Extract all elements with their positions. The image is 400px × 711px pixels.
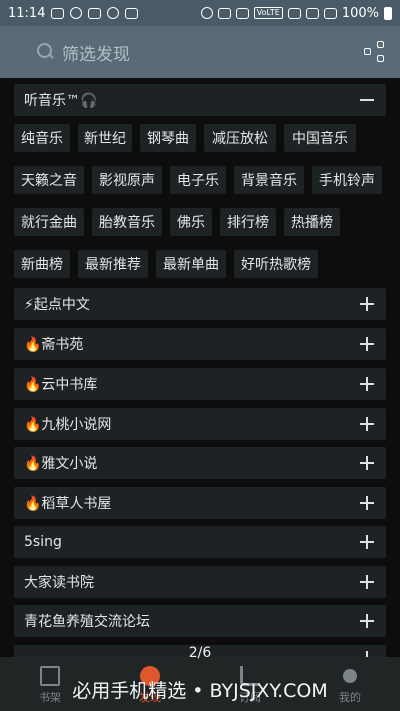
group-header-music[interactable]: 听音乐™🎧 bbox=[14, 84, 386, 116]
signal-icon-2 bbox=[323, 7, 337, 19]
music-tag[interactable]: 新世纪 bbox=[78, 124, 132, 152]
music-tag[interactable]: 电子乐 bbox=[170, 166, 226, 194]
collapse-icon[interactable] bbox=[360, 93, 374, 107]
group-header-qidian[interactable]: ⚡起点中文 bbox=[14, 288, 386, 320]
alarm-icon bbox=[200, 7, 213, 19]
music-tag[interactable]: 纯音乐 bbox=[14, 124, 70, 152]
music-tag[interactable]: 最新单曲 bbox=[156, 250, 226, 278]
image-icon bbox=[125, 7, 139, 19]
battery-percent: 100% bbox=[341, 5, 379, 21]
group-header-daocaoren[interactable]: 🔥稻草人书屋 bbox=[14, 487, 386, 519]
watermark-text: 必用手机精选 • BYJSJXY.COM bbox=[72, 680, 328, 702]
music-tag[interactable]: 胎教音乐 bbox=[92, 208, 162, 236]
music-tag[interactable]: 减压放松 bbox=[204, 124, 276, 152]
search-bar: 筛选发现 bbox=[0, 26, 400, 78]
expand-icon[interactable] bbox=[360, 417, 374, 431]
cloud-icon bbox=[107, 7, 120, 19]
group-title: 🔥云中书库 bbox=[24, 377, 98, 393]
music-tag[interactable]: 钢琴曲 bbox=[140, 124, 196, 152]
music-tag[interactable]: 天籁之音 bbox=[14, 166, 84, 194]
group-header-jiutao[interactable]: 🔥九桃小说网 bbox=[14, 408, 386, 440]
wifi-icon bbox=[287, 7, 301, 19]
music-tag[interactable]: 热播榜 bbox=[284, 208, 340, 236]
group-title: 🔥九桃小说网 bbox=[24, 417, 112, 433]
group-title: 🔥雅文小说 bbox=[24, 456, 98, 472]
group-title: 🔥斋书苑 bbox=[24, 337, 84, 353]
status-bar: 11:14 VoLTE 100% bbox=[0, 0, 400, 26]
music-tag[interactable]: 最新推荐 bbox=[78, 250, 148, 278]
expand-icon[interactable] bbox=[360, 456, 374, 470]
volte-badge: VoLTE bbox=[253, 7, 283, 19]
music-tag[interactable]: 影视原声 bbox=[92, 166, 162, 194]
group-header-5sing[interactable]: 5sing bbox=[14, 526, 386, 558]
search-icon bbox=[36, 42, 56, 62]
battery-charging-icon bbox=[384, 6, 392, 20]
nfc-icon bbox=[217, 7, 231, 19]
expand-icon[interactable] bbox=[360, 614, 374, 628]
music-tag[interactable]: 中国音乐 bbox=[284, 124, 356, 152]
music-tag[interactable]: 佛乐 bbox=[170, 208, 212, 236]
expand-icon[interactable] bbox=[360, 535, 374, 549]
group-header-zhaishuyuan[interactable]: 🔥斋书苑 bbox=[14, 328, 386, 360]
message-icon bbox=[51, 7, 65, 19]
expand-icon[interactable] bbox=[360, 575, 374, 589]
music-tag[interactable]: 排行榜 bbox=[220, 208, 276, 236]
group-header-yunzhong[interactable]: 🔥云中书库 bbox=[14, 368, 386, 400]
music-tag[interactable]: 好听热歌榜 bbox=[234, 250, 318, 278]
source-tree-icon[interactable] bbox=[364, 41, 386, 63]
group-title: 5sing bbox=[24, 534, 62, 550]
group-title: 🔥稻草人书屋 bbox=[24, 496, 112, 512]
music-tag[interactable]: 新曲榜 bbox=[14, 250, 70, 278]
expand-icon[interactable] bbox=[360, 337, 374, 351]
group-title: 大家读书院 bbox=[24, 575, 94, 591]
discovery-list: 听音乐™🎧 纯音乐 新世纪 钢琴曲 减压放松 中国音乐 天籁之音 影视原声 电子… bbox=[0, 78, 400, 711]
music-tag[interactable]: 就行金曲 bbox=[14, 208, 84, 236]
page-indicator: 2/6 bbox=[188, 645, 212, 661]
translate-icon bbox=[88, 7, 102, 19]
group-header-yawen[interactable]: 🔥雅文小说 bbox=[14, 447, 386, 479]
group-header-qinghuayu[interactable]: 青花鱼养殖交流论坛 bbox=[14, 605, 386, 637]
wechat-icon bbox=[70, 7, 83, 19]
search-input[interactable]: 筛选发现 bbox=[62, 40, 130, 65]
music-tag[interactable]: 背景音乐 bbox=[234, 166, 304, 194]
group-title: ⚡起点中文 bbox=[24, 297, 90, 313]
music-tag[interactable]: 手机铃声 bbox=[312, 166, 382, 194]
status-time: 11:14 bbox=[8, 5, 46, 21]
group-title: 听音乐™🎧 bbox=[24, 93, 98, 109]
expand-icon[interactable] bbox=[360, 496, 374, 510]
expand-icon[interactable] bbox=[360, 297, 374, 311]
expand-icon[interactable] bbox=[360, 377, 374, 391]
signal-icon bbox=[305, 7, 319, 19]
group-header-dajiadu[interactable]: 大家读书院 bbox=[14, 566, 386, 598]
key-icon bbox=[235, 7, 249, 19]
group-title: 青花鱼养殖交流论坛 bbox=[24, 614, 150, 630]
